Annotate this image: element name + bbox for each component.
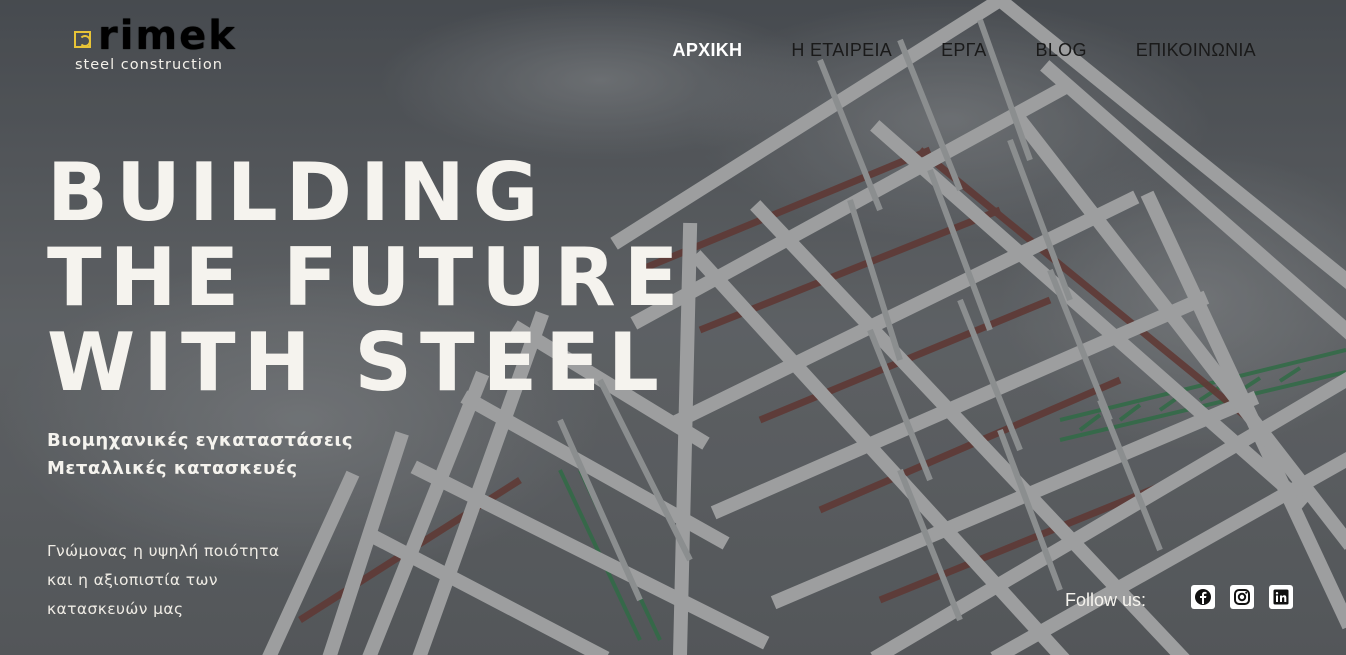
linkedin-icon[interactable] (1269, 585, 1293, 609)
facebook-icon[interactable] (1191, 585, 1215, 609)
follow-us-label: Follow us: (1065, 590, 1147, 610)
logo-wordmark: rimek (98, 13, 237, 59)
nav-item-contact[interactable]: ΕΠΙΚΟΙΝΩΝΙΑ (1136, 38, 1256, 62)
hero-headline: BUILDING THE FUTURE WITH STEEL (47, 150, 686, 405)
brand-logo[interactable]: rimek steel construction (74, 16, 259, 76)
nav-item-company[interactable]: Η ΕΤΑΙΡΕΙΑ (791, 38, 892, 62)
hero-subheading-line: Μεταλλικές κατασκευές (47, 458, 298, 479)
logo-mark-icon (74, 31, 91, 48)
nav-item-home[interactable]: ΑΡΧΙΚΗ (673, 38, 743, 62)
instagram-icon[interactable] (1230, 585, 1254, 609)
hero-subheading: Βιομηχανικές εγκαταστάσεις Μεταλλικές κα… (47, 427, 353, 483)
main-nav: ΑΡΧΙΚΗ Η ΕΤΑΙΡΕΙΑ ΕΡΓΑ BLOG ΕΠΙΚΟΙΝΩΝΙΑ (624, 38, 1256, 62)
hero-headline-line: WITH STEEL (47, 316, 667, 409)
hero-headline-line: BUILDING (47, 146, 547, 239)
logo-tagline: steel construction (75, 57, 223, 73)
hero-description-line: κατασκευών μας (47, 600, 184, 618)
hero-headline-line: THE FUTURE (47, 231, 687, 324)
nav-item-blog[interactable]: BLOG (1036, 38, 1087, 62)
hero-subheading-line: Βιομηχανικές εγκαταστάσεις (47, 430, 354, 451)
hero-description-line: και η αξιοπιστία των (47, 571, 218, 589)
nav-item-projects[interactable]: ΕΡΓΑ (941, 38, 986, 62)
hero-description-line: Γνώμονας η υψηλή ποιότητα (47, 542, 280, 560)
hero-description: Γνώμονας η υψηλή ποιότητα και η αξιοπιστ… (47, 537, 279, 624)
